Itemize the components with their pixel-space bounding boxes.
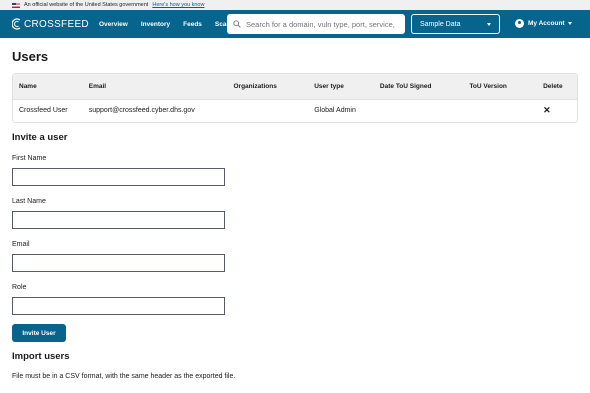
- column-header-organizations[interactable]: Organizations: [227, 74, 309, 99]
- cell-name: Crossfeed User: [13, 98, 83, 122]
- column-header-name[interactable]: Name: [13, 74, 83, 99]
- account-label: My Account: [528, 20, 565, 27]
- last-name-field[interactable]: [12, 211, 225, 229]
- search-input[interactable]: [246, 19, 396, 29]
- column-header-tou-signed[interactable]: Date ToU Signed: [373, 74, 464, 99]
- cell-tou-version: [463, 98, 538, 122]
- logo[interactable]: CROSSFEED: [12, 18, 89, 30]
- table-header-row: Name Email Organizations User type Date …: [13, 74, 577, 99]
- flag-icon: [12, 2, 20, 8]
- chevron-down-icon: [487, 22, 491, 26]
- main-nav: Overview Inventory Feeds Scans: [99, 21, 247, 28]
- import-help-text: File must be in a CSV format, with the s…: [12, 373, 236, 380]
- cell-delete: ✕: [537, 98, 577, 122]
- role-label: Role: [12, 284, 27, 291]
- logo-icon: [12, 18, 21, 30]
- gov-banner-link[interactable]: Here's how you know: [152, 2, 204, 8]
- page-title: Users: [12, 49, 49, 64]
- last-name-label: Last Name: [12, 198, 46, 205]
- table-row: Crossfeed User support@crossfeed.cyber.d…: [13, 98, 577, 122]
- column-header-delete: Delete: [537, 74, 577, 99]
- column-header-tou-version[interactable]: ToU Version: [463, 74, 538, 99]
- nav-overview[interactable]: Overview: [99, 21, 128, 28]
- close-icon[interactable]: ✕: [543, 105, 551, 115]
- nav-feeds[interactable]: Feeds: [183, 21, 202, 28]
- user-circle-icon: [515, 19, 524, 28]
- cell-email: support@crossfeed.cyber.dhs.gov: [82, 98, 228, 122]
- search-box: [227, 14, 405, 34]
- users-table-card: Name Email Organizations User type Date …: [12, 73, 578, 123]
- cell-tou-signed: [373, 98, 464, 122]
- column-header-email[interactable]: Email: [82, 74, 228, 99]
- gov-banner-text: An official website of the United States…: [24, 2, 149, 8]
- email-label: Email: [12, 241, 30, 248]
- invite-section-title: Invite a user: [12, 132, 68, 143]
- organization-select[interactable]: Sample Data: [411, 14, 500, 34]
- cell-organizations: [227, 98, 309, 122]
- invite-user-button[interactable]: Invite User: [12, 324, 66, 342]
- cell-user-type: Global Admin: [308, 98, 374, 122]
- organization-select-value: Sample Data: [420, 20, 461, 28]
- logo-text: CROSSFEED: [24, 18, 89, 30]
- role-field[interactable]: [12, 297, 225, 315]
- account-menu[interactable]: My Account: [515, 19, 572, 28]
- chevron-down-icon: [567, 22, 572, 25]
- main-content: Users Name Email Organizations User type…: [0, 49, 590, 382]
- search-icon: [233, 20, 241, 28]
- gov-banner: An official website of the United States…: [0, 0, 590, 10]
- nav-inventory[interactable]: Inventory: [141, 21, 170, 28]
- users-table: Name Email Organizations User type Date …: [13, 74, 577, 122]
- column-header-user-type[interactable]: User type: [308, 74, 374, 99]
- import-section-title: Import users: [12, 351, 70, 362]
- email-field[interactable]: [12, 254, 225, 272]
- first-name-field[interactable]: [12, 168, 225, 186]
- first-name-label: First Name: [12, 155, 47, 162]
- top-navbar: CROSSFEED Overview Inventory Feeds Scans…: [0, 10, 590, 38]
